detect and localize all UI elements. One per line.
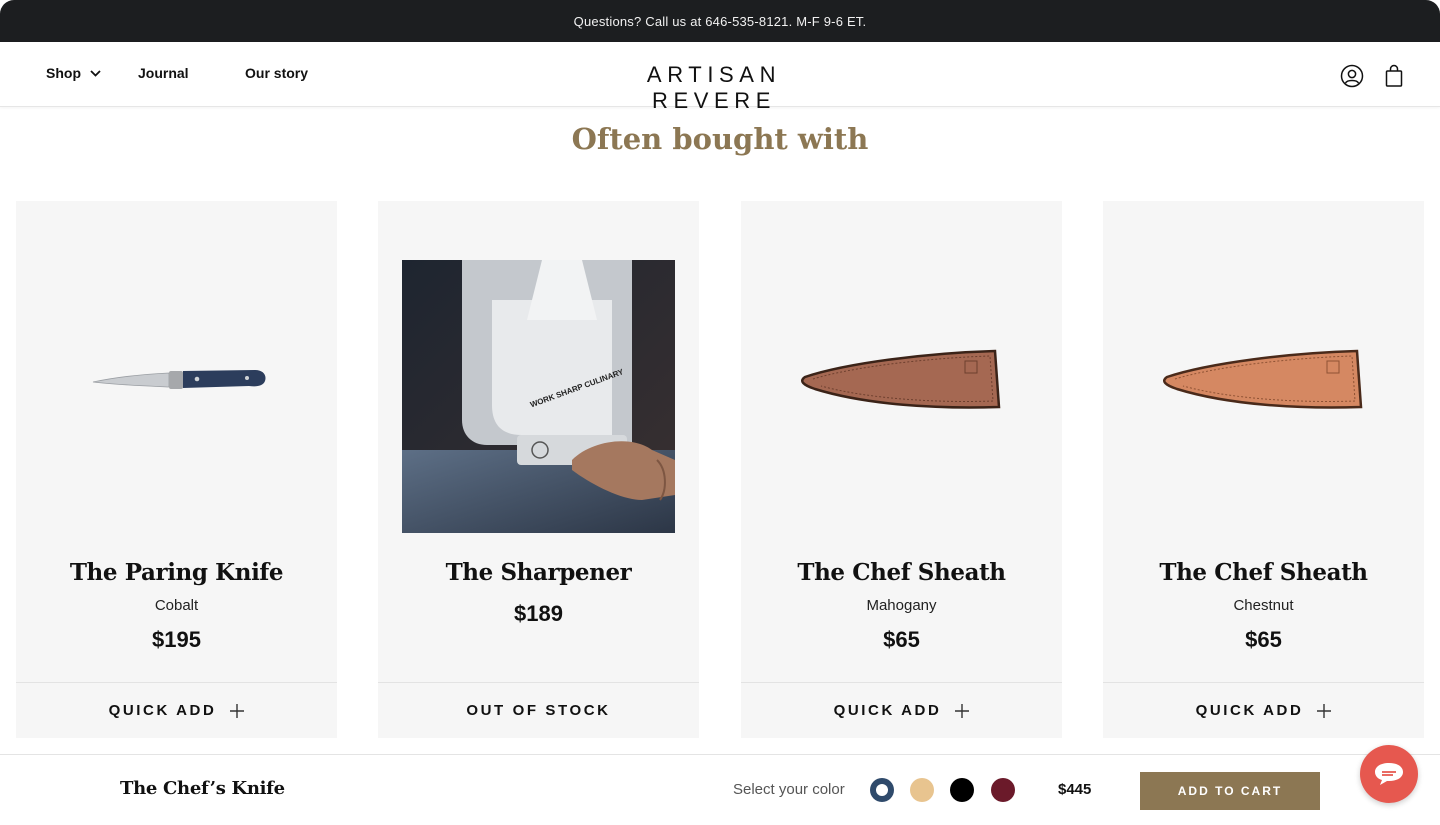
announcement-text: Questions? Call us at 646-535-8121. M-F … bbox=[573, 13, 867, 29]
product-price: $189 bbox=[514, 601, 563, 626]
product-card-paring-knife[interactable]: The Paring Knife Cobalt $195 QUICK ADD bbox=[16, 201, 337, 738]
product-card-chef-sheath-mahogany[interactable]: The Chef Sheath Mahogany $65 QUICK ADD bbox=[741, 201, 1062, 738]
sticky-price: $445 bbox=[1058, 781, 1092, 798]
sharpener-image: WORK SHARP CULINARY bbox=[402, 259, 675, 533]
brand-logo[interactable]: ARTISAN REVERE bbox=[580, 62, 848, 114]
plus-icon bbox=[1317, 703, 1332, 718]
chevron-down-icon bbox=[90, 69, 101, 77]
chat-bubble-icon bbox=[1375, 763, 1403, 785]
product-variant: Chestnut bbox=[1233, 597, 1294, 614]
select-color-label: Select your color bbox=[733, 781, 845, 798]
product-image[interactable]: WORK SHARP CULINARY bbox=[378, 201, 699, 561]
chat-button[interactable] bbox=[1360, 745, 1418, 803]
announcement-bar: Questions? Call us at 646-535-8121. M-F … bbox=[0, 0, 1440, 42]
product-name[interactable]: The Chef Sheath bbox=[741, 559, 1062, 586]
nav-shop[interactable]: Shop bbox=[46, 65, 101, 81]
product-name[interactable]: The Sharpener bbox=[378, 559, 699, 586]
site-header: Shop Journal Our story ARTISAN REVERE bbox=[0, 42, 1440, 113]
sheath-chestnut-image bbox=[1162, 349, 1362, 409]
product-card-chef-sheath-chestnut[interactable]: The Chef Sheath Chestnut $65 QUICK ADD bbox=[1103, 201, 1424, 738]
nav-shop-label: Shop bbox=[46, 65, 81, 81]
add-to-cart-button[interactable]: ADD TO CART bbox=[1140, 772, 1320, 810]
product-image[interactable] bbox=[1103, 201, 1424, 561]
nav-our-story[interactable]: Our story bbox=[245, 65, 308, 81]
quick-add-button[interactable]: QUICK ADD bbox=[1103, 682, 1424, 738]
sticky-product-name: The Chef’s Knife bbox=[120, 778, 285, 799]
nav-journal[interactable]: Journal bbox=[138, 65, 189, 81]
product-image[interactable] bbox=[16, 201, 337, 561]
quick-add-button[interactable]: QUICK ADD bbox=[741, 682, 1062, 738]
product-variant: Cobalt bbox=[154, 597, 199, 614]
product-name[interactable]: The Paring Knife bbox=[16, 559, 337, 586]
quick-add-button[interactable]: QUICK ADD bbox=[16, 682, 337, 738]
plus-icon bbox=[230, 703, 245, 718]
sticky-cart-bar: The Chef’s Knife Select your color $445 … bbox=[0, 754, 1440, 825]
color-swatch-blue[interactable] bbox=[870, 778, 894, 802]
quick-add-label: QUICK ADD bbox=[1195, 702, 1304, 719]
plus-icon bbox=[955, 703, 970, 718]
product-name[interactable]: The Chef Sheath bbox=[1103, 559, 1424, 586]
section-title: Often bought with bbox=[571, 122, 869, 156]
color-swatch-tan[interactable] bbox=[910, 778, 934, 802]
selected-indicator bbox=[876, 784, 888, 796]
product-price: $65 bbox=[1245, 627, 1282, 652]
color-swatch-black[interactable] bbox=[950, 778, 974, 802]
product-price: $195 bbox=[152, 627, 201, 652]
bag-icon[interactable] bbox=[1382, 64, 1406, 88]
sheath-mahogany-image bbox=[800, 349, 1000, 409]
quick-add-label: QUICK ADD bbox=[833, 702, 942, 719]
product-image[interactable] bbox=[741, 201, 1062, 561]
account-icon[interactable] bbox=[1340, 64, 1364, 88]
out-of-stock-text: OUT OF STOCK bbox=[466, 702, 611, 719]
paring-knife-image bbox=[92, 370, 266, 389]
product-variant: Mahogany bbox=[866, 597, 937, 614]
quick-add-label: QUICK ADD bbox=[108, 702, 217, 719]
product-price: $65 bbox=[883, 627, 920, 652]
color-swatch-burgundy[interactable] bbox=[991, 778, 1015, 802]
product-card-sharpener[interactable]: WORK SHARP CULINARY The Sharpener $189 O… bbox=[378, 201, 699, 738]
out-of-stock-label: OUT OF STOCK bbox=[378, 682, 699, 738]
